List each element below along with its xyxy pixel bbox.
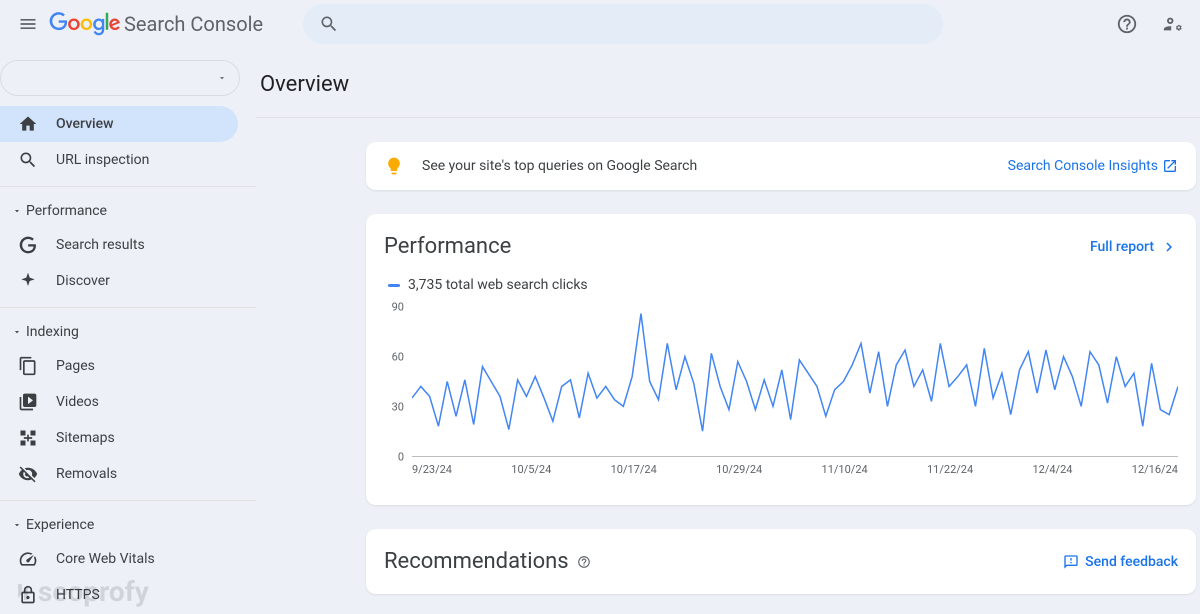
logo[interactable]: Search Console xyxy=(48,12,263,36)
sidebar-item-pages[interactable]: Pages xyxy=(0,348,238,384)
sidebar-item-label: Search results xyxy=(56,237,145,253)
sidebar: Overview URL inspection Performance Sear… xyxy=(0,48,256,614)
sidebar-item-label: Core Web Vitals xyxy=(56,551,155,567)
lock-icon xyxy=(18,585,38,605)
pages-icon xyxy=(18,356,38,376)
google-g-icon xyxy=(18,235,38,255)
chevron-down-icon xyxy=(12,327,22,337)
chevron-down-icon xyxy=(217,73,227,83)
sidebar-item-sitemaps[interactable]: Sitemaps xyxy=(0,420,238,456)
chevron-right-icon xyxy=(1160,238,1178,256)
chevron-down-icon xyxy=(12,206,22,216)
recommendations-title: Recommendations xyxy=(384,549,591,574)
section-performance[interactable]: Performance xyxy=(0,195,256,227)
property-selector[interactable] xyxy=(0,60,240,96)
search-icon xyxy=(319,14,339,34)
sidebar-item-label: Sitemaps xyxy=(56,430,115,446)
sidebar-item-label: Videos xyxy=(56,394,99,410)
sidebar-item-cwv[interactable]: Core Web Vitals xyxy=(0,541,238,577)
insights-card: See your site's top queries on Google Se… xyxy=(366,142,1196,190)
search-icon xyxy=(18,150,38,170)
header: Search Console xyxy=(0,0,1200,48)
sidebar-item-search-results[interactable]: Search results xyxy=(0,227,238,263)
google-logo-icon xyxy=(48,12,122,36)
sidebar-item-url-inspection[interactable]: URL inspection xyxy=(0,142,238,178)
video-icon xyxy=(18,392,38,412)
main-content: Overview See your site's top queries on … xyxy=(256,48,1200,614)
section-experience[interactable]: Experience xyxy=(0,509,256,541)
help-button[interactable] xyxy=(1116,13,1138,35)
send-feedback-link[interactable]: Send feedback xyxy=(1063,554,1178,570)
full-report-link[interactable]: Full report xyxy=(1090,238,1178,256)
menu-button[interactable] xyxy=(16,12,40,36)
section-indexing[interactable]: Indexing xyxy=(0,316,256,348)
product-name: Search Console xyxy=(124,12,263,36)
home-icon xyxy=(18,114,38,134)
sidebar-item-https[interactable]: HTTPS xyxy=(0,577,238,613)
search-input[interactable] xyxy=(303,4,943,44)
external-link-icon xyxy=(1162,158,1178,174)
visibility-off-icon xyxy=(18,464,38,484)
sidebar-item-removals[interactable]: Removals xyxy=(0,456,238,492)
sidebar-item-label: Pages xyxy=(56,358,95,374)
sidebar-item-label: Removals xyxy=(56,466,117,482)
speed-icon xyxy=(18,549,38,569)
recommendations-card: Recommendations Send feedback xyxy=(366,529,1196,594)
people-gear-icon xyxy=(1162,13,1184,35)
sidebar-item-label: Overview xyxy=(56,116,113,132)
sitemap-icon xyxy=(18,428,38,448)
insight-text: See your site's top queries on Google Se… xyxy=(422,158,697,174)
sidebar-item-overview[interactable]: Overview xyxy=(0,106,238,142)
chart-legend: 3,735 total web search clicks xyxy=(388,277,1178,293)
sidebar-item-videos[interactable]: Videos xyxy=(0,384,238,420)
sidebar-item-discover[interactable]: Discover xyxy=(0,263,238,299)
page-title: Overview xyxy=(260,72,1200,97)
help-icon xyxy=(1116,13,1138,35)
insights-link[interactable]: Search Console Insights xyxy=(1008,158,1178,174)
lightbulb-icon xyxy=(384,156,404,176)
users-button[interactable] xyxy=(1162,13,1184,35)
chevron-down-icon xyxy=(12,520,22,530)
performance-chart[interactable]: 0306090 9/23/2410/5/2410/17/2410/29/2411… xyxy=(384,307,1178,487)
performance-title: Performance xyxy=(384,234,511,259)
legend-marker xyxy=(388,284,400,287)
feedback-icon xyxy=(1063,554,1079,570)
sparkle-icon xyxy=(18,271,38,291)
help-icon[interactable] xyxy=(577,555,591,569)
performance-card: Performance Full report 3,735 total web … xyxy=(366,214,1196,505)
sidebar-item-label: HTTPS xyxy=(56,587,100,603)
sidebar-item-label: Discover xyxy=(56,273,110,289)
sidebar-item-label: URL inspection xyxy=(56,152,149,168)
